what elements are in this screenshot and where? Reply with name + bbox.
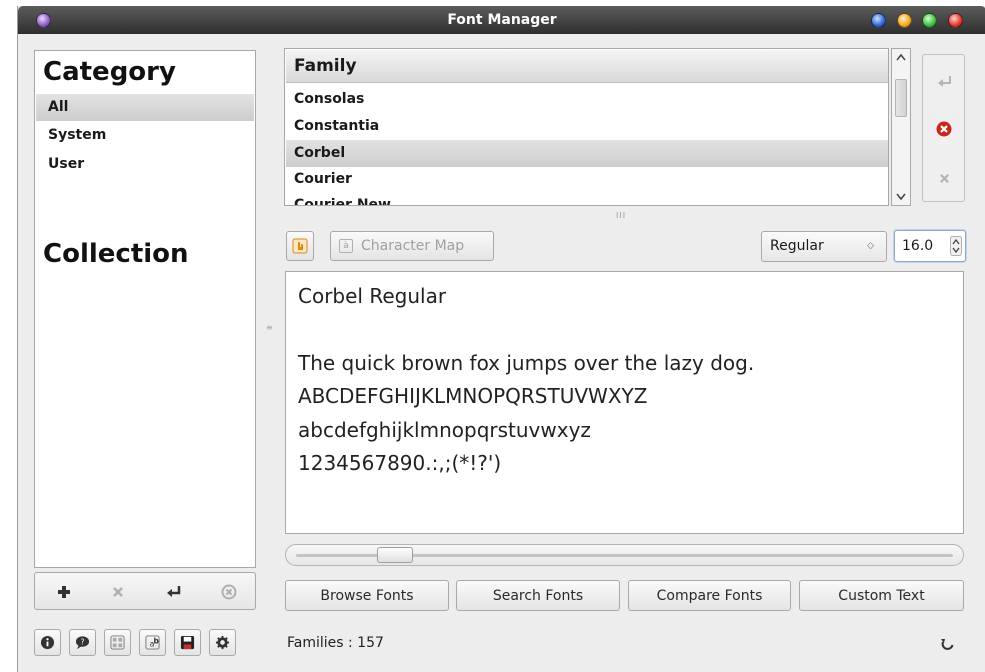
character-map-button[interactable]: à Character Map: [330, 231, 494, 261]
custom-text-button[interactable]: Custom Text: [799, 580, 964, 611]
x-icon[interactable]: [939, 173, 950, 184]
search-fonts-button[interactable]: Search Fonts: [456, 580, 620, 611]
scroll-thumb[interactable]: [895, 79, 907, 117]
speech-bubble-icon: ?: [75, 636, 90, 650]
preview-digits: 1234567890.:,;(*!?'): [298, 451, 502, 475]
save-button[interactable]: [174, 629, 201, 656]
preferences-button[interactable]: [209, 629, 236, 656]
remove-x-icon[interactable]: [112, 586, 124, 598]
close-orb-icon[interactable]: [948, 13, 963, 28]
vertical-splitter-grip[interactable]: III: [616, 211, 626, 220]
size-spinbox[interactable]: 16.0: [894, 230, 966, 262]
family-scrollbar[interactable]: [891, 48, 911, 206]
preview-heading: Corbel Regular: [298, 284, 447, 308]
main-window: Font Manager Category All System User Co…: [17, 6, 985, 672]
category-panel: Category All System User Collection: [34, 50, 256, 568]
info-icon: [40, 635, 55, 650]
titlebar: Font Manager: [18, 6, 985, 34]
family-list: Family Consolas Constantia Corbel Courie…: [284, 48, 889, 206]
font-info-button[interactable]: [286, 231, 314, 261]
scroll-up-icon[interactable]: [896, 53, 906, 61]
preview-uppercase: ABCDEFGHIJKLMNOPQRSTUVWXYZ: [298, 384, 648, 408]
remove-font-icon[interactable]: [936, 121, 952, 137]
splitter-handle[interactable]: ≡: [266, 324, 273, 338]
font-grid-button[interactable]: [104, 629, 131, 656]
zoom-slider[interactable]: [285, 544, 964, 566]
family-row[interactable]: Courier New: [286, 192, 888, 205]
clear-circle-x-icon[interactable]: [221, 584, 237, 600]
sticky-orb-icon[interactable]: [871, 13, 886, 28]
ab-icon: ab: [145, 635, 160, 650]
help-button[interactable]: ?: [69, 629, 96, 656]
plus-icon[interactable]: [57, 585, 71, 599]
font-grid-icon: [110, 635, 125, 650]
save-icon: [180, 635, 195, 650]
refresh-icon[interactable]: [940, 636, 956, 652]
scroll-down-icon[interactable]: [896, 193, 906, 201]
gear-icon: [215, 635, 230, 650]
spin-arrows-icon[interactable]: [950, 236, 962, 256]
compare-fonts-button[interactable]: Compare Fonts: [628, 580, 791, 611]
category-item-system[interactable]: System: [36, 122, 254, 149]
style-select[interactable]: Regular ◇: [761, 231, 887, 262]
collection-actions: [34, 572, 256, 610]
category-item-user[interactable]: User: [36, 151, 254, 178]
window-title: Font Manager: [447, 12, 557, 28]
svg-text:b: b: [153, 636, 159, 645]
category-heading: Category: [43, 57, 176, 87]
family-actions: [922, 54, 965, 202]
about-button[interactable]: [34, 629, 61, 656]
preview-sample-sentence: The quick brown fox jumps over the lazy …: [298, 351, 755, 375]
family-row[interactable]: Consolas: [286, 86, 888, 113]
svg-text:?: ?: [81, 637, 85, 646]
character-map-icon: à: [339, 239, 353, 253]
family-row[interactable]: Constantia: [286, 113, 888, 140]
select-updown-icon: ◇: [867, 241, 874, 251]
return-arrow-icon[interactable]: [937, 75, 953, 89]
family-row[interactable]: Courier: [286, 166, 888, 193]
browse-fonts-button[interactable]: Browse Fonts: [285, 580, 449, 611]
collection-heading: Collection: [43, 239, 189, 269]
slider-thumb[interactable]: [377, 547, 413, 563]
character-map-label: Character Map: [361, 238, 465, 254]
edit-return-icon[interactable]: [166, 585, 182, 599]
ab-button[interactable]: ab: [139, 629, 166, 656]
style-select-value: Regular: [770, 238, 824, 254]
preview-lowercase: abcdefghijklmnopqrstuvwxyz: [298, 418, 591, 442]
size-value: 16.0: [902, 238, 934, 254]
family-column-header[interactable]: Family: [286, 50, 888, 83]
families-count: Families : 157: [287, 635, 384, 651]
family-row-selected[interactable]: Corbel: [286, 140, 888, 167]
category-item-all[interactable]: All: [36, 94, 254, 121]
shade-orb-icon[interactable]: [897, 13, 912, 28]
maximize-orb-icon[interactable]: [922, 13, 937, 28]
font-preview[interactable]: Corbel Regular The quick brown fox jumps…: [285, 271, 964, 534]
hand-pointer-icon: [292, 238, 308, 254]
